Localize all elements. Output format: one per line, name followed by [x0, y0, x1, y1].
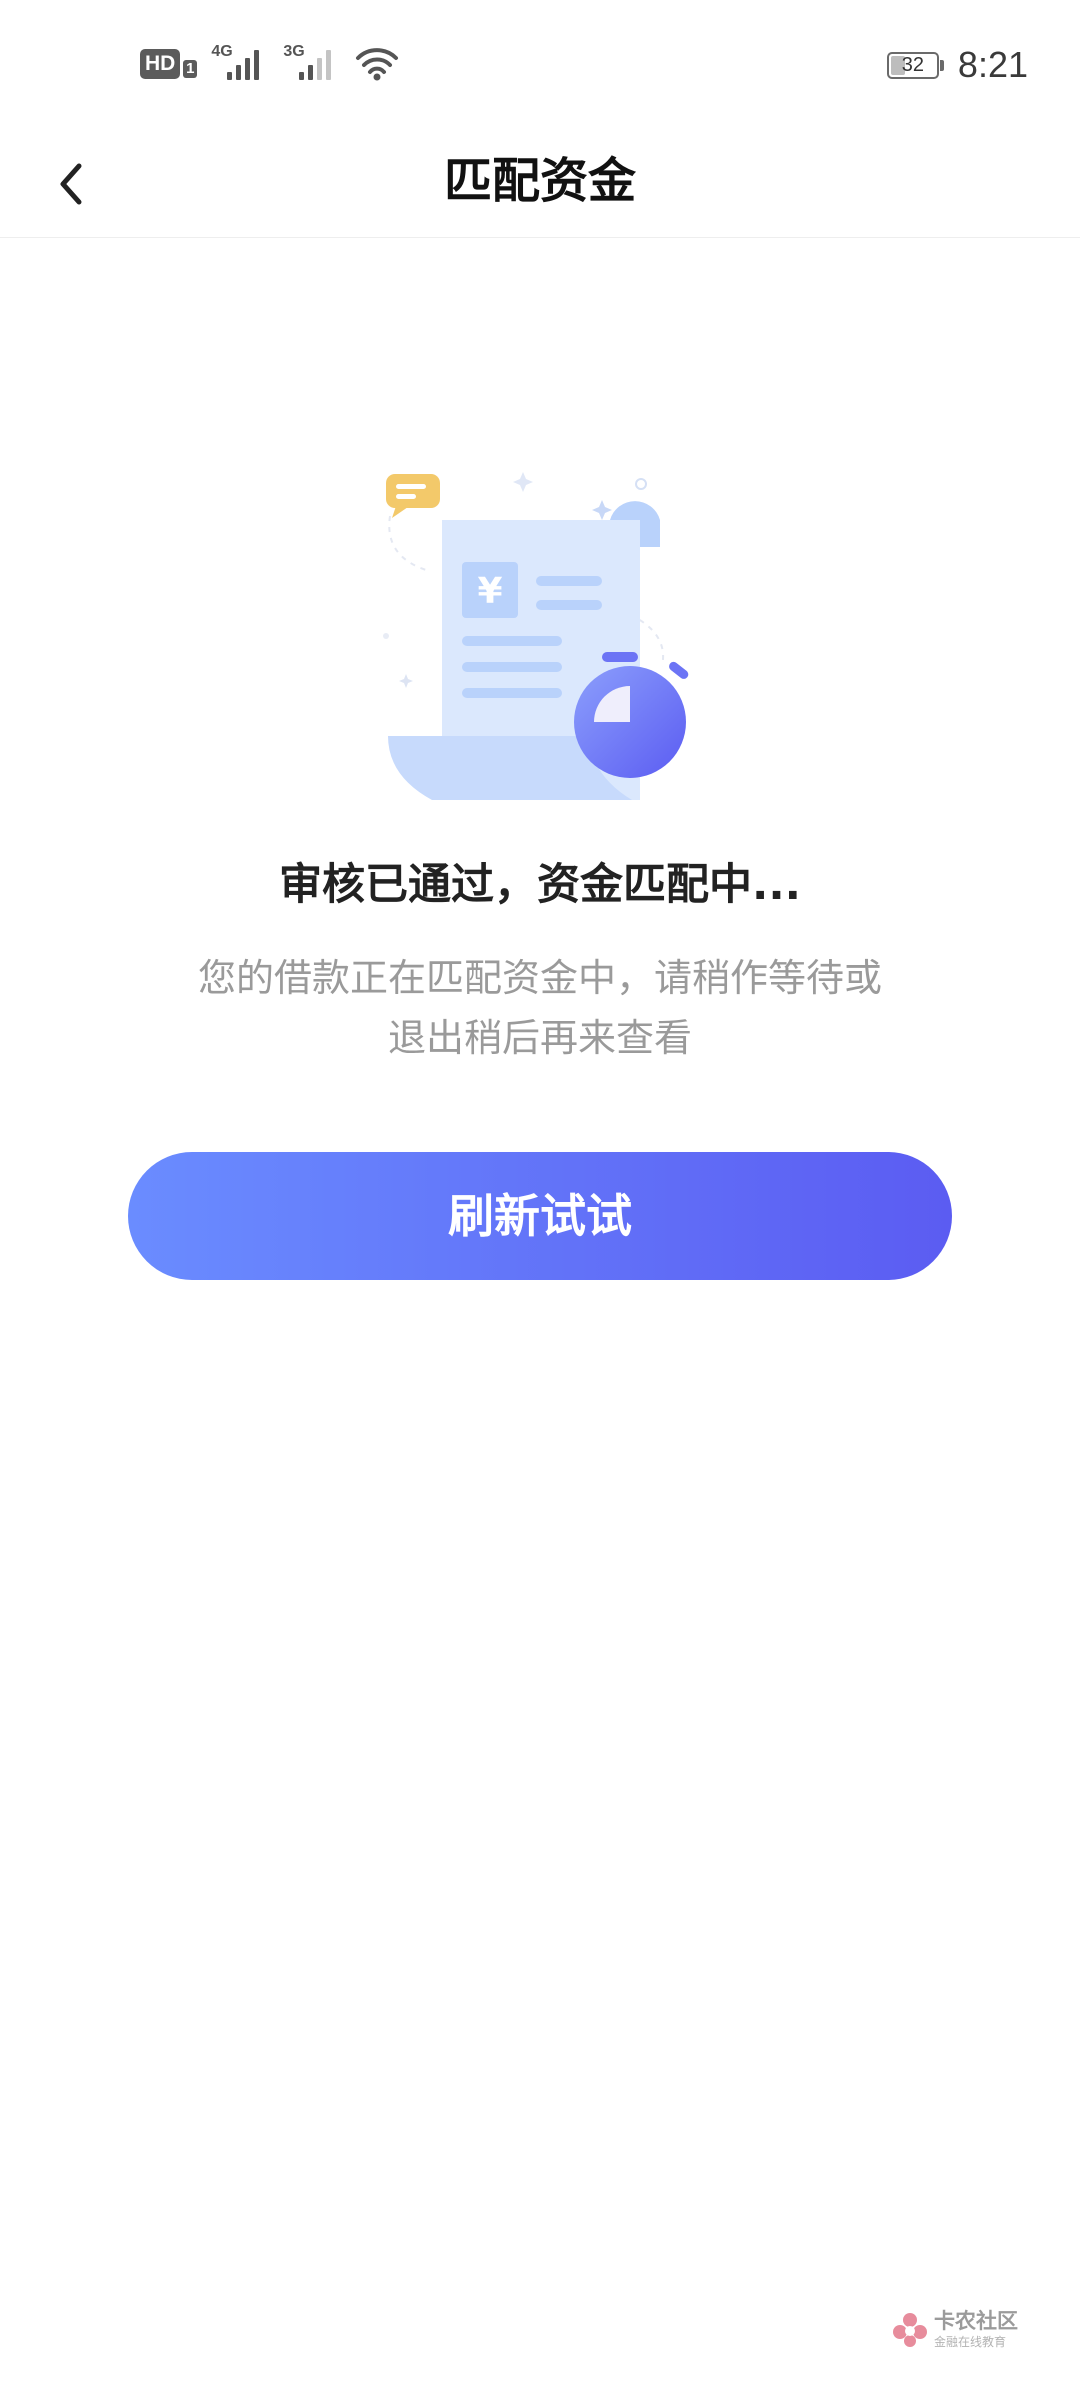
status-bar-right: 32 8:21: [886, 44, 1028, 86]
receipt-yen-symbol: ¥: [477, 571, 502, 612]
watermark-subtitle: 金融在线教育: [934, 2335, 1007, 2349]
watermark: 卡农社区 金融在线教育: [892, 2311, 1018, 2348]
page-title: 匹配资金: [443, 153, 636, 209]
wifi-icon: [355, 46, 399, 82]
status-bar-left: HD 1 4G 3G: [140, 44, 399, 84]
navigation-bar: 匹配资金: [0, 130, 1080, 238]
status-title: 审核已通过，资金匹配中...: [278, 860, 801, 910]
clock: 8:21: [957, 44, 1028, 85]
watermark-logo-icon: [893, 2312, 927, 2347]
receipt-stopwatch-illustration: ¥: [370, 460, 710, 800]
status-description-line-1: 您的借款正在匹配资金中，请稍作等待或: [197, 956, 882, 1000]
status-bar: HD 1 4G 3G 32 8:21: [0, 0, 1080, 130]
watermark-name: 卡农社区: [934, 2309, 1018, 2333]
refresh-button[interactable]: 刷新试试: [128, 1152, 952, 1280]
battery-icon: 32: [886, 51, 944, 79]
status-description: 您的借款正在匹配资金中，请稍作等待或 退出稍后再来查看: [160, 948, 920, 1068]
signal-2-icon: 3G: [283, 44, 341, 84]
battery-level: 32: [901, 53, 925, 76]
hd-label: HD: [140, 49, 181, 79]
signal-1-icon: 4G: [211, 44, 269, 84]
hd-voice-badge: HD 1: [140, 49, 198, 79]
hd-sim-slot: 1: [183, 60, 198, 78]
status-description-line-2: 退出稍后再来查看: [387, 1016, 692, 1060]
